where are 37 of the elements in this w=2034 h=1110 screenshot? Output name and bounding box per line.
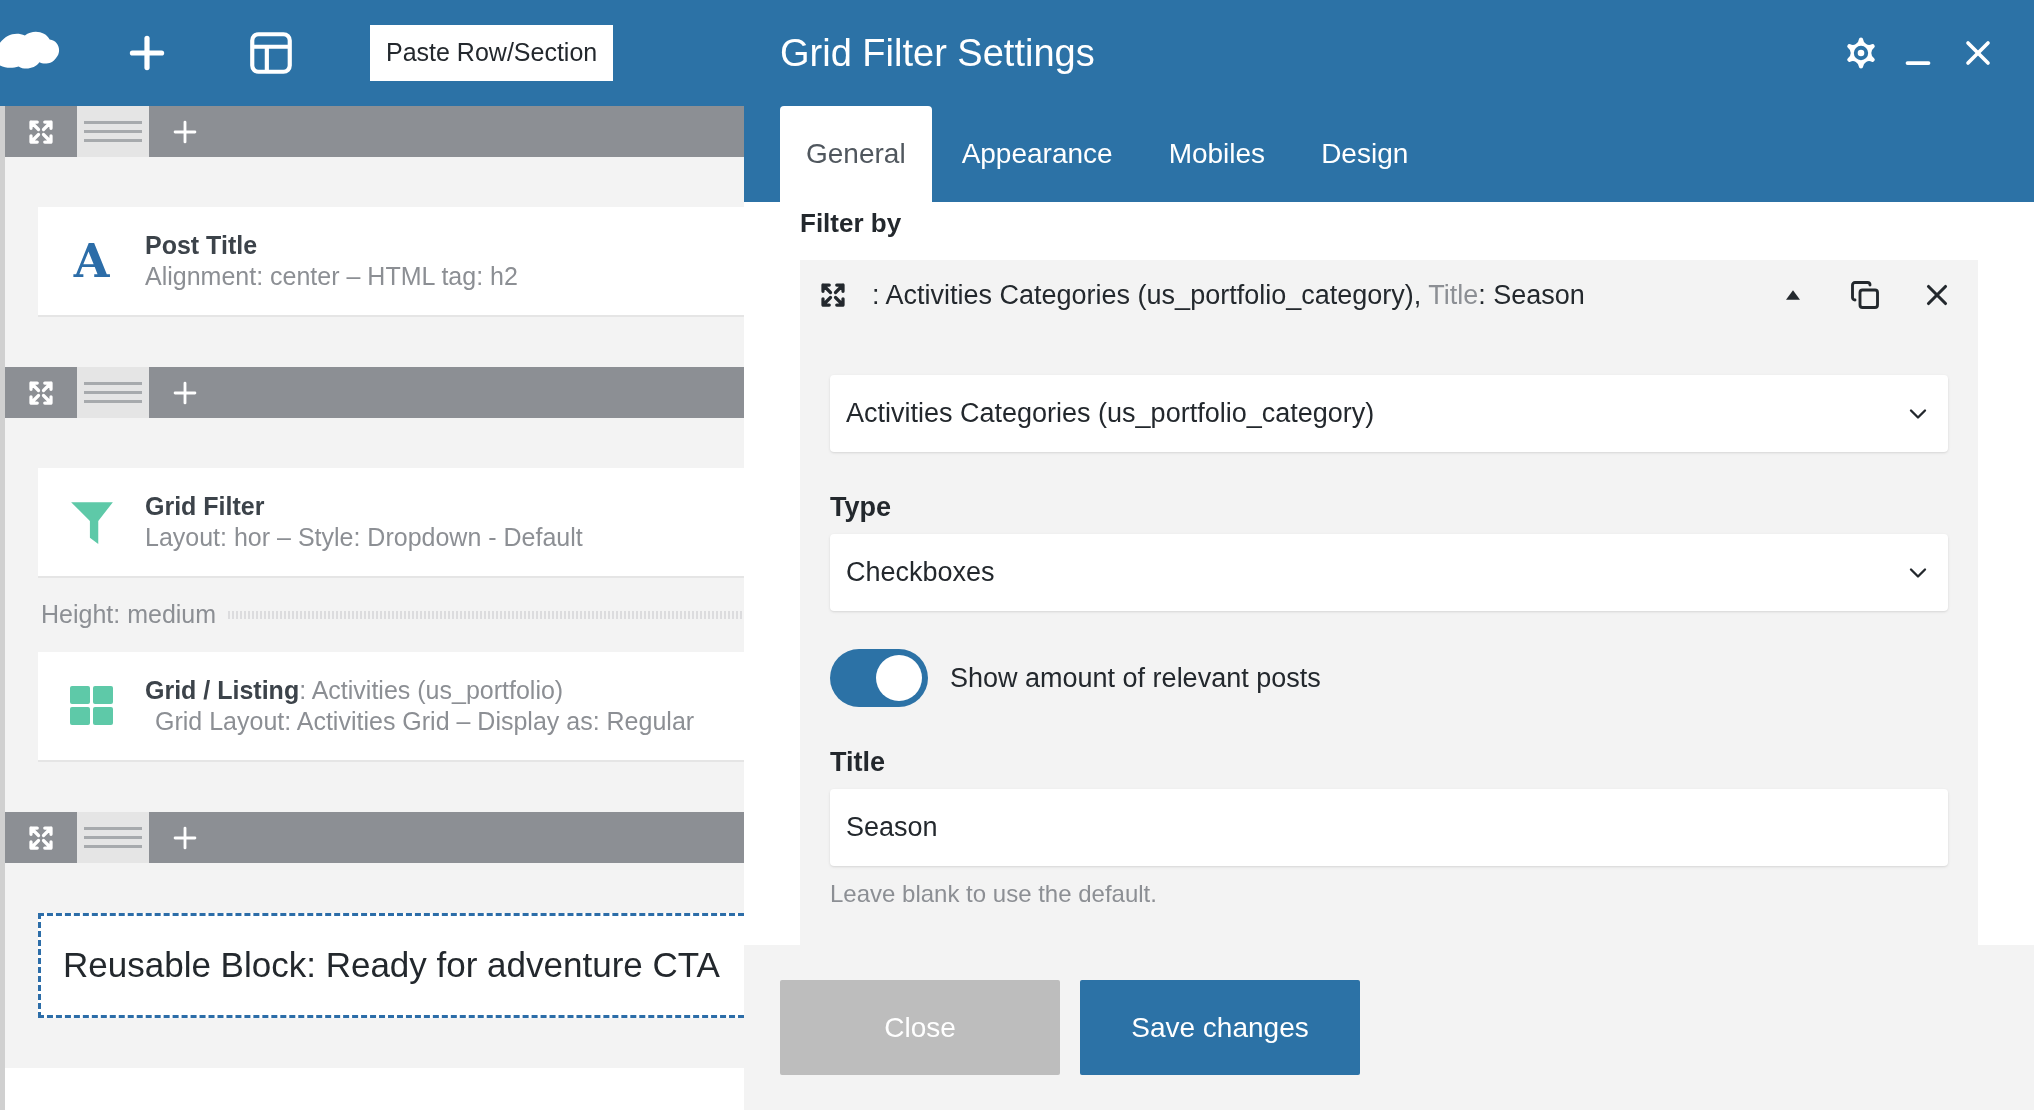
field-hint: Leave blank to use the default. — [830, 879, 1158, 909]
field-label: Type — [830, 491, 892, 524]
reusable-block[interactable]: Reusable Block: Ready for adventure CTA — [38, 913, 744, 1018]
type-select[interactable]: Checkboxes — [830, 534, 1948, 611]
field-label: Title — [830, 746, 886, 779]
panel-title: Grid Filter Settings — [780, 30, 1096, 76]
tab[interactable]: Mobiles — [1142, 106, 1292, 202]
letter-icon: A — [73, 238, 110, 284]
drag-handle-icon[interactable] — [77, 812, 149, 863]
element-title: Post Title — [145, 230, 259, 261]
element-title: Grid Filter — [145, 491, 266, 522]
element-details: Grid Layout: Activities Grid – Display as: Regular — [154, 706, 695, 737]
tab[interactable]: General — [780, 106, 932, 202]
title-input-field[interactable]: Season — [830, 789, 1948, 866]
element-card[interactable]: Grid / Listing: Activities (us_portfolio) Grid Layout: Activities Grid – Display as: Regular — [38, 652, 744, 762]
tab[interactable]: Design — [1295, 106, 1435, 202]
element-card[interactable]: A Post Title Alignment: center – HTML tag: h2 — [38, 207, 744, 317]
drag-handle-icon[interactable] — [77, 367, 149, 418]
expand-arrows-icon[interactable] — [818, 280, 848, 310]
drag-handle-icon[interactable] — [77, 106, 149, 157]
reusable-block-title: Reusable Block: Ready for adventure CTA — [63, 944, 720, 987]
section-label: Filter by — [800, 208, 903, 238]
element-title: Grid / Listing: Activities (us_portfolio) — [145, 675, 565, 706]
paste-row-button[interactable]: Paste Row/Section — [370, 25, 614, 81]
tab[interactable]: Appearance — [935, 106, 1139, 202]
toggle-label: Show amount of relevant posts — [950, 661, 1321, 695]
element-card[interactable]: Grid Filter Layout: hor – Style: Dropdown - Default — [38, 468, 744, 578]
element-details: Layout: hor – Style: Dropdown - Default — [145, 522, 583, 553]
element-details: Alignment: center – HTML tag: h2 — [145, 261, 518, 292]
taxonomy-select[interactable]: Activities Categories (us_portfolio_category) — [830, 375, 1948, 452]
copy-icon[interactable] — [1850, 280, 1880, 310]
grid-icon — [68, 686, 115, 726]
collapse-caret-icon[interactable] — [1786, 290, 1800, 300]
height-label: Height: medium — [41, 599, 217, 631]
save-button[interactable]: Save changes — [1080, 980, 1360, 1075]
filter-item-summary: : Activities Categories (us_portfolio_category), Title: Season — [872, 278, 1586, 312]
toggle-switch[interactable] — [830, 649, 928, 707]
